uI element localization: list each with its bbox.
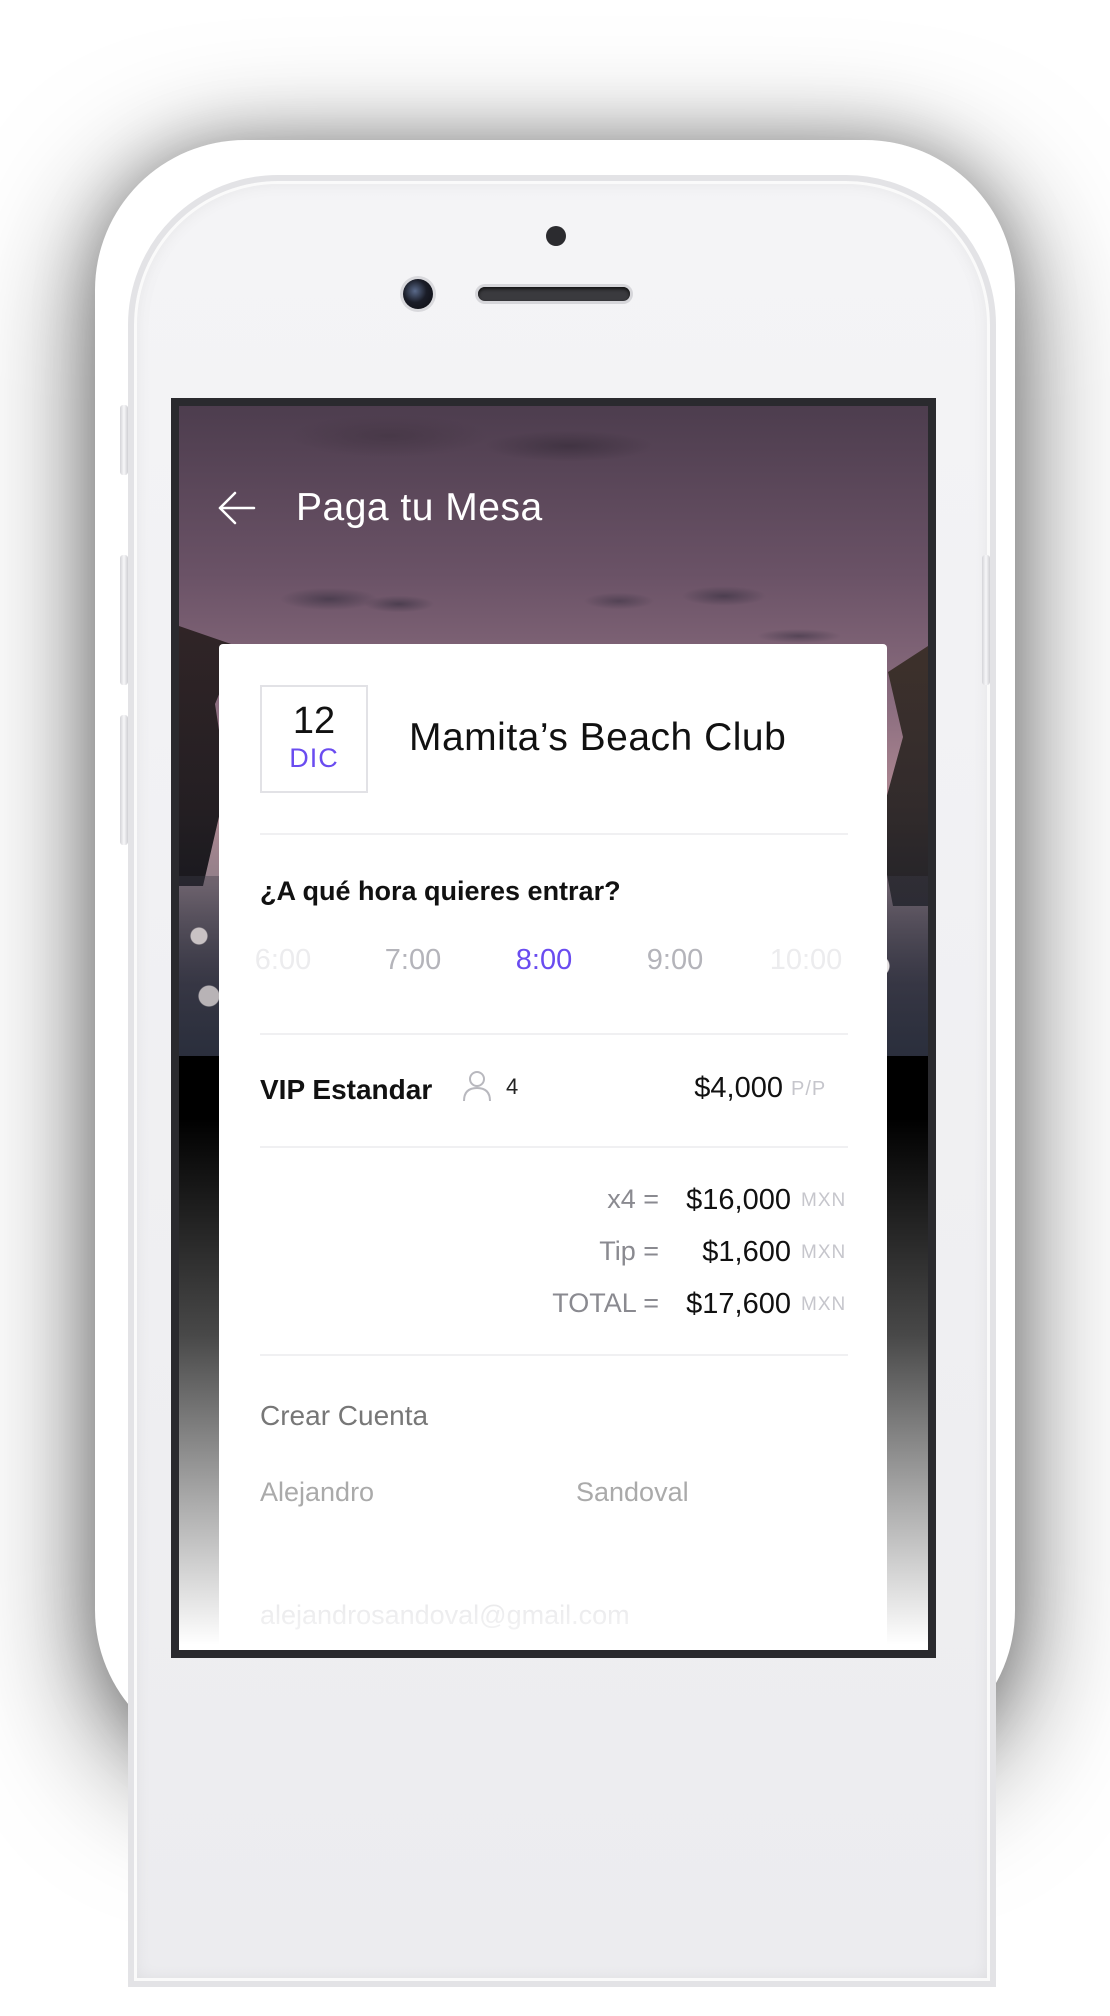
reservation-card: 12 DIC Mamita’s Beach Club ¿A qué hora q… — [219, 644, 887, 1650]
guest-count: 4 — [506, 1074, 519, 1099]
event-month: DIC — [289, 743, 339, 773]
side-button-volume-up — [120, 555, 128, 685]
ticket-price: $4,000 — [694, 1072, 783, 1104]
total-label: TOTAL = — [552, 1288, 659, 1318]
last-name-field[interactable] — [576, 1474, 836, 1510]
person-icon — [463, 1071, 491, 1102]
email-field[interactable] — [260, 1597, 820, 1633]
time-option[interactable]: 6:00 — [223, 944, 343, 977]
side-button-power — [982, 555, 990, 685]
tip-unit: MXN — [801, 1242, 847, 1263]
venue-name: Mamita’s Beach Club — [409, 716, 787, 759]
event-date: 12 DIC — [260, 685, 368, 793]
earpiece-speaker — [478, 287, 630, 301]
time-option[interactable]: 9:00 — [615, 944, 735, 977]
ticket-unit: P/P — [791, 1078, 827, 1100]
divider — [260, 1033, 848, 1035]
divider — [260, 1354, 848, 1356]
subtotal-label: x4 = — [607, 1184, 659, 1214]
page-title: Paga tu Mesa — [296, 486, 543, 529]
time-picker[interactable]: 6:00 7:00 8:00 9:00 10:00 — [219, 944, 887, 984]
time-option[interactable]: 7:00 — [353, 944, 473, 977]
ticket-type: VIP Estandar — [260, 1074, 433, 1105]
create-account-heading: Crear Cuenta — [260, 1400, 429, 1431]
time-option[interactable]: 10:00 — [746, 944, 866, 977]
sensor-dot — [546, 226, 566, 246]
total-unit: MXN — [801, 1294, 847, 1315]
subtotal-unit: MXN — [801, 1190, 847, 1211]
subtotal-row: x4 = $16,000 MXN — [219, 1184, 887, 1220]
subtotal-value: $16,000 — [686, 1184, 791, 1216]
front-camera — [403, 279, 433, 309]
time-picker-label: ¿A qué hora quieres entrar? — [260, 876, 621, 906]
divider — [260, 1146, 848, 1148]
divider — [260, 833, 848, 835]
side-button-volume-down — [120, 715, 128, 845]
phone-screen: Paga tu Mesa 12 DIC Mamita’s Beach Club … — [171, 398, 936, 1658]
side-button-mute — [120, 405, 128, 475]
screen-content: Paga tu Mesa 12 DIC Mamita’s Beach Club … — [179, 406, 928, 1650]
first-name-field[interactable] — [260, 1474, 540, 1510]
tip-row: Tip = $1,600 MXN — [219, 1236, 887, 1272]
time-option-selected[interactable]: 8:00 — [484, 944, 604, 977]
tip-value: $1,600 — [702, 1236, 791, 1268]
total-row: TOTAL = $17,600 MXN — [219, 1288, 887, 1324]
arrow-left-icon — [218, 491, 256, 525]
back-button[interactable] — [215, 486, 259, 530]
total-value: $17,600 — [686, 1288, 791, 1320]
event-day: 12 — [292, 700, 336, 742]
tip-label: Tip = — [599, 1236, 659, 1266]
